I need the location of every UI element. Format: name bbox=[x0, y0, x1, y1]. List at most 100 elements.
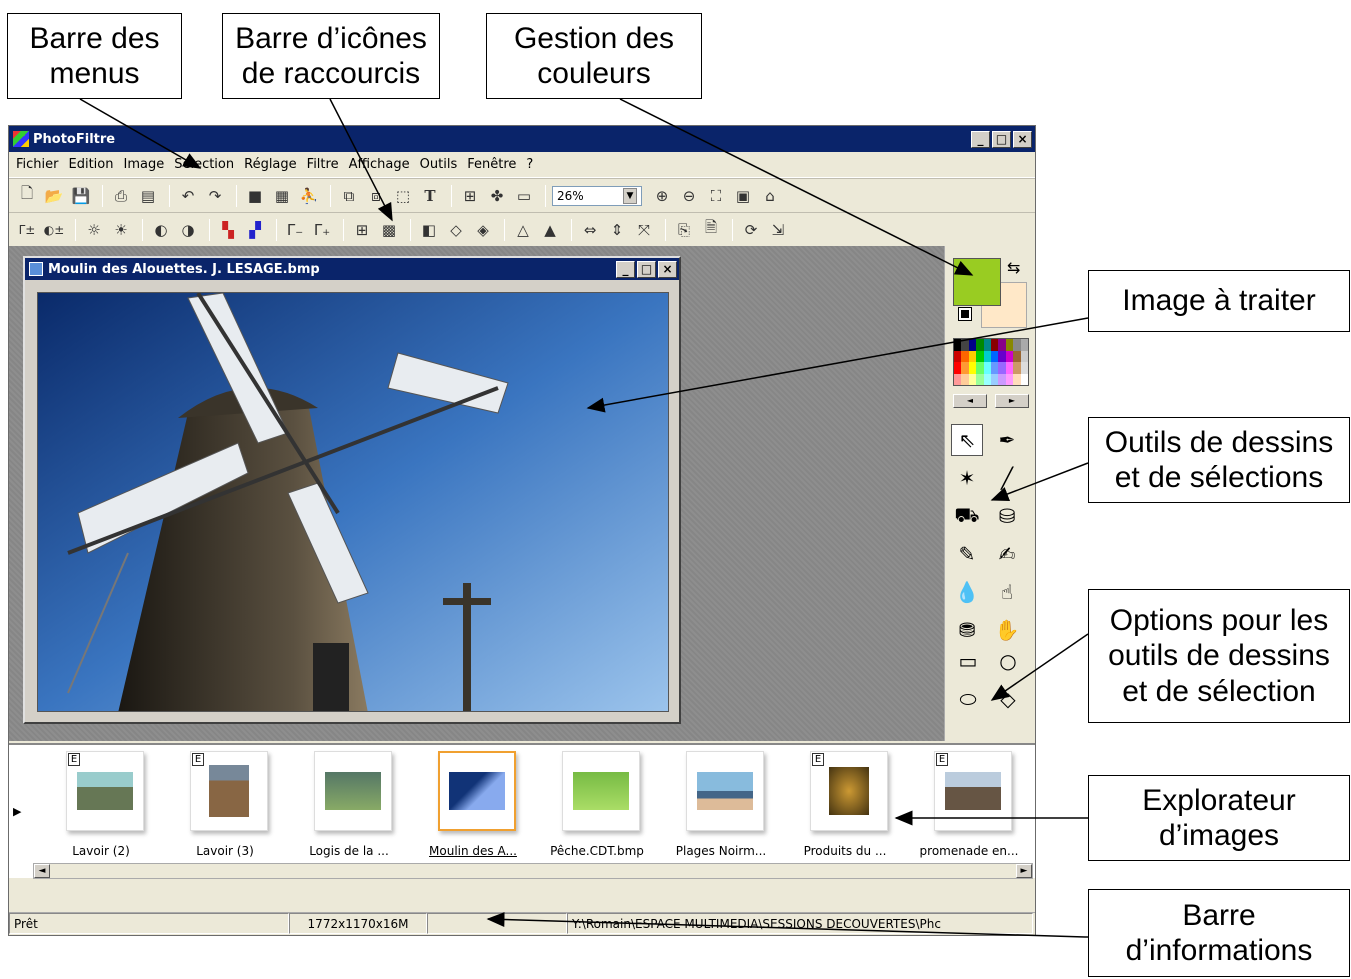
fit-image-icon[interactable]: ⛶ bbox=[704, 184, 728, 208]
zoom-in-icon[interactable]: ⊕ bbox=[650, 184, 674, 208]
grid-icon[interactable]: ⊞ bbox=[350, 218, 374, 242]
rotate-icon[interactable]: ⟳ bbox=[739, 218, 763, 242]
flip-vertical-icon[interactable]: ⇕ bbox=[605, 218, 629, 242]
open-folder-icon[interactable]: 📂 bbox=[42, 184, 66, 208]
file-path: Y:\Romain\ESPACE MULTIMEDIA\SESSIONS DEC… bbox=[567, 913, 1033, 934]
thumbnail-item[interactable]: E promenade en... bbox=[907, 749, 1031, 867]
print-icon[interactable]: ⎙ bbox=[109, 184, 133, 208]
chevron-down-icon[interactable]: ▼ bbox=[623, 187, 637, 204]
triangle-icon[interactable]: △ bbox=[511, 218, 535, 242]
gray-square-icon[interactable]: ■ bbox=[243, 184, 267, 208]
menu-selection[interactable]: Sélection bbox=[169, 157, 239, 172]
scan-icon[interactable]: ▤ bbox=[136, 184, 160, 208]
page-icon[interactable]: ⎘ bbox=[672, 218, 696, 242]
thumbnail-item[interactable]: Pêche.CDT.bmp bbox=[535, 749, 659, 867]
clone-stamp-tool-icon[interactable]: ⛃ bbox=[951, 614, 983, 646]
swap-colors-icon[interactable]: ⇆ bbox=[1007, 258, 1020, 277]
line-tool-icon[interactable]: ╱ bbox=[991, 462, 1023, 494]
halftone-icon[interactable]: ◧ bbox=[417, 218, 441, 242]
brush-tool-icon[interactable]: ✎ bbox=[951, 538, 983, 570]
thumbnail-item[interactable]: Logis de la ... bbox=[287, 749, 411, 867]
magic-wand-tool-icon[interactable]: ✶ bbox=[951, 462, 983, 494]
window-icon[interactable]: ▭ bbox=[512, 184, 536, 208]
color-palette[interactable] bbox=[953, 338, 1029, 386]
selection-icon[interactable]: ⬚ bbox=[391, 184, 415, 208]
text-icon[interactable]: T bbox=[418, 184, 442, 208]
smudge-tool-icon[interactable]: ☝ bbox=[991, 576, 1023, 608]
drop-icon[interactable]: ◇ bbox=[444, 218, 468, 242]
advanced-brush-tool-icon[interactable]: ✍ bbox=[991, 538, 1023, 570]
menu-reglage[interactable]: Réglage bbox=[239, 157, 302, 172]
blur-tool-icon[interactable]: 💧 bbox=[951, 576, 983, 608]
explorer-expand-icon[interactable]: ▶ bbox=[13, 805, 21, 818]
scroll-left-button[interactable]: ◄ bbox=[34, 864, 50, 878]
hand-tool-icon[interactable]: ✋ bbox=[991, 614, 1023, 646]
auto-levels-icon[interactable]: Γ± bbox=[15, 218, 39, 242]
thumbnail-item[interactable]: E Lavoir (3) bbox=[163, 749, 287, 867]
save-icon[interactable]: 💾 bbox=[69, 184, 93, 208]
figure-icon[interactable]: ⛹ bbox=[297, 184, 321, 208]
thumbnail-item[interactable]: Plages Noirm... bbox=[659, 749, 783, 867]
tree-icon[interactable]: ⊞ bbox=[458, 184, 482, 208]
rounded-rect-shape-icon[interactable]: ⬭ bbox=[953, 684, 983, 714]
triangle-double-icon[interactable]: ▲ bbox=[538, 218, 562, 242]
spray-tool-icon[interactable]: ⛁ bbox=[991, 500, 1023, 532]
new-file-icon[interactable]: 🗋 bbox=[15, 184, 39, 208]
rectangle-shape-icon[interactable]: ▭ bbox=[953, 646, 983, 676]
explorer-scrollbar[interactable]: ◄ ► bbox=[33, 863, 1033, 879]
thumbnail-item[interactable]: Moulin des A... bbox=[411, 749, 535, 867]
thumbnail-item[interactable]: E Lavoir (2) bbox=[39, 749, 163, 867]
menu-fenetre[interactable]: Fenêtre bbox=[462, 157, 521, 172]
diamond-shape-icon[interactable]: ◇ bbox=[993, 684, 1023, 714]
flip-horizontal-icon[interactable]: ⇔ bbox=[578, 218, 602, 242]
doc-close-button[interactable]: × bbox=[658, 260, 677, 278]
scroll-right-button[interactable]: ► bbox=[1016, 864, 1032, 878]
palette-prev-button[interactable]: ◄ bbox=[953, 394, 987, 408]
menu-fichier[interactable]: Fichier bbox=[11, 157, 64, 172]
menu-image[interactable]: Image bbox=[118, 157, 169, 172]
gamma-plus-icon[interactable]: Γ₊ bbox=[310, 218, 334, 242]
fullscreen-icon[interactable]: ⌂ bbox=[758, 184, 782, 208]
fill-bucket-tool-icon[interactable]: ⛟ bbox=[951, 500, 983, 532]
doc-maximize-button[interactable]: □ bbox=[637, 260, 656, 278]
ellipse-shape-icon[interactable]: ○ bbox=[993, 646, 1023, 676]
resize-icon[interactable]: ⇲ bbox=[766, 218, 790, 242]
brightness-minus-icon[interactable]: ☼ bbox=[82, 218, 106, 242]
contrast-minus-icon[interactable]: ◐ bbox=[149, 218, 173, 242]
document-icon[interactable]: 🗎 bbox=[699, 218, 723, 242]
menu-edition[interactable]: Edition bbox=[64, 157, 119, 172]
gamma-minus-icon[interactable]: Γ₋ bbox=[283, 218, 307, 242]
color-grid-icon[interactable]: ▦ bbox=[270, 184, 294, 208]
eyedropper-tool-icon[interactable]: ✒ bbox=[991, 424, 1023, 456]
palette-next-button[interactable]: ► bbox=[995, 394, 1029, 408]
saturation-minus-icon[interactable]: ▚ bbox=[216, 218, 240, 242]
actual-size-icon[interactable]: ▣ bbox=[731, 184, 755, 208]
thumbnail-item[interactable]: E Produits du ... bbox=[783, 749, 907, 867]
transform-icon[interactable]: ⤧ bbox=[632, 218, 656, 242]
close-button[interactable]: × bbox=[1013, 130, 1032, 148]
brightness-plus-icon[interactable]: ☀ bbox=[109, 218, 133, 242]
paste-layer-icon[interactable]: ⧈ bbox=[364, 184, 388, 208]
contrast-plus-icon[interactable]: ◑ bbox=[176, 218, 200, 242]
drop-outline-icon[interactable]: ◈ bbox=[471, 218, 495, 242]
pointer-tool-icon[interactable]: ⇖ bbox=[951, 424, 983, 456]
doc-minimize-button[interactable]: _ bbox=[616, 260, 635, 278]
zoom-out-icon[interactable]: ⊖ bbox=[677, 184, 701, 208]
foreground-color-swatch[interactable] bbox=[953, 258, 1001, 306]
menu-outils[interactable]: Outils bbox=[415, 157, 463, 172]
auto-contrast-icon[interactable]: ◐± bbox=[42, 218, 66, 242]
menu-help[interactable]: ? bbox=[521, 157, 538, 172]
plugin-icon[interactable]: ✤ bbox=[485, 184, 509, 208]
reset-colors-icon[interactable] bbox=[958, 307, 972, 321]
undo-icon[interactable]: ↶ bbox=[176, 184, 200, 208]
grid-color-icon[interactable]: ▩ bbox=[377, 218, 401, 242]
image-canvas[interactable] bbox=[37, 292, 669, 712]
maximize-button[interactable]: □ bbox=[992, 130, 1011, 148]
menu-filtre[interactable]: Filtre bbox=[302, 157, 344, 172]
zoom-select[interactable]: 26% ▼ bbox=[552, 185, 642, 206]
copy-layer-icon[interactable]: ⧉ bbox=[337, 184, 361, 208]
menu-affichage[interactable]: Affichage bbox=[344, 157, 415, 172]
minimize-button[interactable]: _ bbox=[971, 130, 990, 148]
saturation-plus-icon[interactable]: ▞ bbox=[243, 218, 267, 242]
redo-icon[interactable]: ↷ bbox=[203, 184, 227, 208]
